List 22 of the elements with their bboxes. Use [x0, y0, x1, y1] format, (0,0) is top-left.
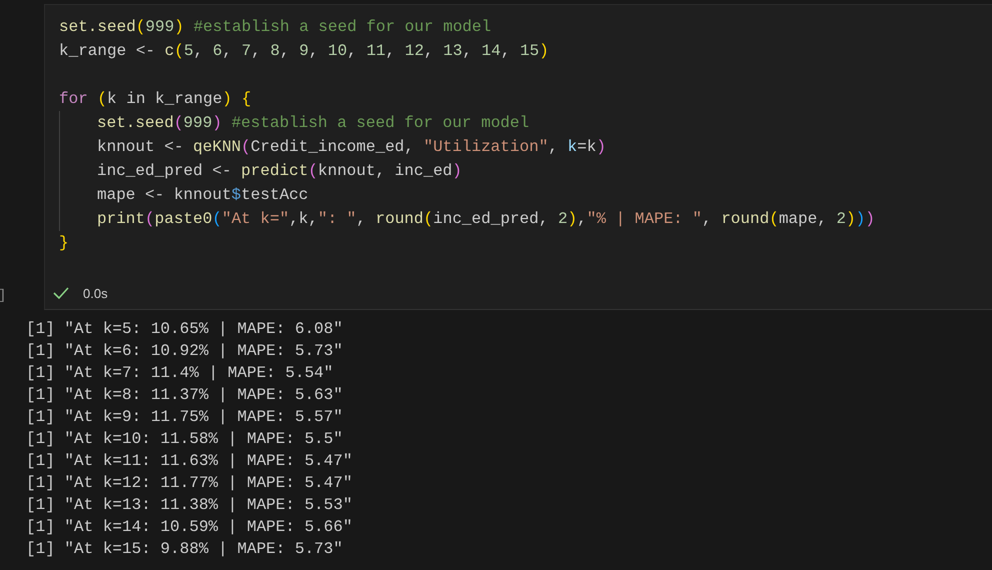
output-line: [1] "At k=13: 11.38% | MAPE: 5.53" [26, 495, 354, 516]
code-line: set.seed(999) #establish a seed for our model [97, 113, 530, 134]
code-line: set.seed(999) #establish a seed for our model [59, 17, 492, 38]
output-line: [1] "At k=8: 11.37% | MAPE: 5.63" [26, 385, 344, 406]
output-line: [1] "At k=7: 11.4% | MAPE: 5.54" [26, 363, 334, 384]
output-line: [1] "At k=10: 11.58% | MAPE: 5.5" [26, 429, 344, 450]
output-line: [1] "At k=11: 11.63% | MAPE: 5.47" [26, 451, 354, 472]
code-line: mape <- knnout$testAcc [97, 185, 310, 206]
code-line: inc_ed_pred <- predict(knnout, inc_ed) [97, 161, 463, 182]
output-line: [1] "At k=9: 11.75% | MAPE: 5.57" [26, 407, 344, 428]
code-line: k_range <- c(5, 6, 7, 8, 9, 10, 11, 12, 13, 14, 15) [59, 41, 550, 62]
output-line: [1] "At k=15: 9.88% | MAPE: 5.73" [26, 539, 344, 560]
code-line: knnout <- qeKNN(Credit_income_ed, "Utilization", k=k) [97, 137, 607, 158]
code-line: print(paste0("At k=",k,": ", round(inc_ed_pred, 2),"% | MAPE: ", round(mape, 2))) [97, 209, 876, 230]
output-line: [1] "At k=6: 10.92% | MAPE: 5.73" [26, 341, 344, 362]
code-line: for (k in k_range) { [59, 89, 252, 110]
execution-time: 0.0s [83, 286, 108, 300]
output-line: [1] "At k=14: 10.59% | MAPE: 5.66" [26, 517, 354, 538]
code-line: } [59, 233, 70, 254]
execution-count-bracket: ] [0, 288, 8, 304]
output-line: [1] "At k=12: 11.77% | MAPE: 5.47" [26, 473, 354, 494]
output-line: [1] "At k=5: 10.65% | MAPE: 6.08" [26, 319, 344, 340]
